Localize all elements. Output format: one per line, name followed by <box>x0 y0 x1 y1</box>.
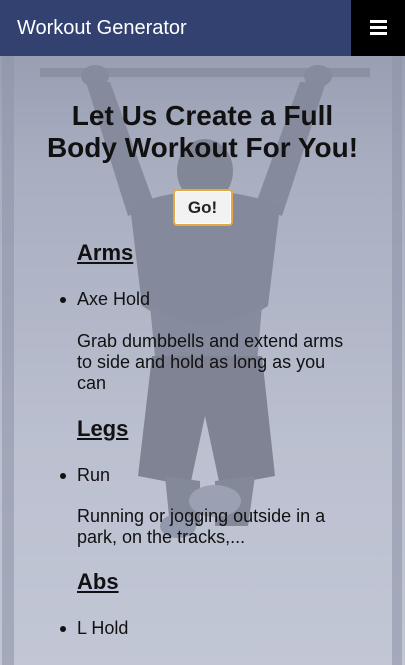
go-button[interactable]: Go! <box>172 189 233 226</box>
exercise-name: L Hold <box>77 618 129 638</box>
bullet-icon <box>60 626 66 632</box>
exercise-item: Run <box>60 465 377 486</box>
section-arms: Arms Axe Hold Grab dumbbells and extend … <box>60 240 377 394</box>
description-line: can <box>77 373 107 393</box>
exercise-description: Running or jogging outside in a park, on… <box>77 506 367 548</box>
section-legs: Legs Run Running or jogging outside in a… <box>60 416 377 548</box>
brand-title[interactable]: Workout Generator <box>17 17 187 39</box>
top-navbar: Workout Generator <box>0 0 405 56</box>
description-line: Grab dumbbells and extend arms <box>77 331 344 351</box>
section-heading-legs: Legs <box>77 416 129 441</box>
hero-title-line-2: Body Workout For You! <box>46 132 359 163</box>
description-line: Running or jogging outside in a <box>77 506 326 526</box>
main-content: Let Us Create a Full Body Workout For Yo… <box>0 56 405 639</box>
exercise-description: Grab dumbbells and extend arms to side a… <box>77 331 367 394</box>
bullet-icon <box>60 473 66 479</box>
description-line: to side and hold as long as you <box>77 352 326 372</box>
section-abs: Abs L Hold <box>60 569 377 639</box>
section-heading-arms: Arms <box>77 240 134 265</box>
hero-title-line-1: Let Us Create a Full <box>71 100 334 131</box>
bullet-icon <box>60 297 66 303</box>
menu-button[interactable] <box>351 0 405 56</box>
exercise-item: Axe Hold <box>60 289 377 310</box>
hero-title: Let Us Create a Full Body Workout For Yo… <box>0 100 405 164</box>
exercise-name: Run <box>77 465 111 485</box>
exercise-item: L Hold <box>60 618 377 639</box>
exercise-name: Axe Hold <box>77 289 151 309</box>
section-heading-abs: Abs <box>77 569 119 594</box>
description-line: park, on the tracks,... <box>77 527 246 547</box>
